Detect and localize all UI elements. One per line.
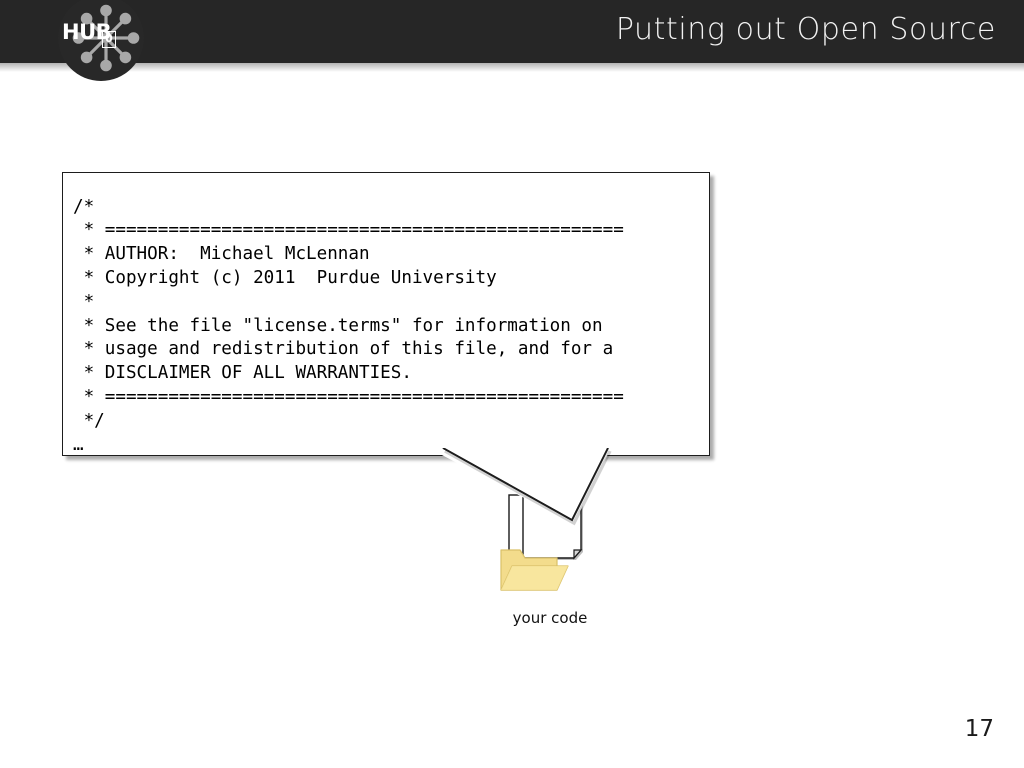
code-callout-box: /* * ===================================… xyxy=(62,172,710,456)
page-number: 17 xyxy=(964,716,994,742)
callout-tail xyxy=(430,444,630,526)
hub-zero-badge: 0 xyxy=(102,31,116,48)
page-title: Putting out Open Source xyxy=(615,12,996,47)
hub-logo[interactable]: HUB 0 xyxy=(58,0,144,81)
your-code-label: your code xyxy=(512,609,588,627)
header-shadow xyxy=(0,63,1024,72)
license-header-code: /* * ===================================… xyxy=(73,196,624,455)
slide-canvas: Putting out Open Source HUB 0 /* * =====… xyxy=(0,0,1024,768)
